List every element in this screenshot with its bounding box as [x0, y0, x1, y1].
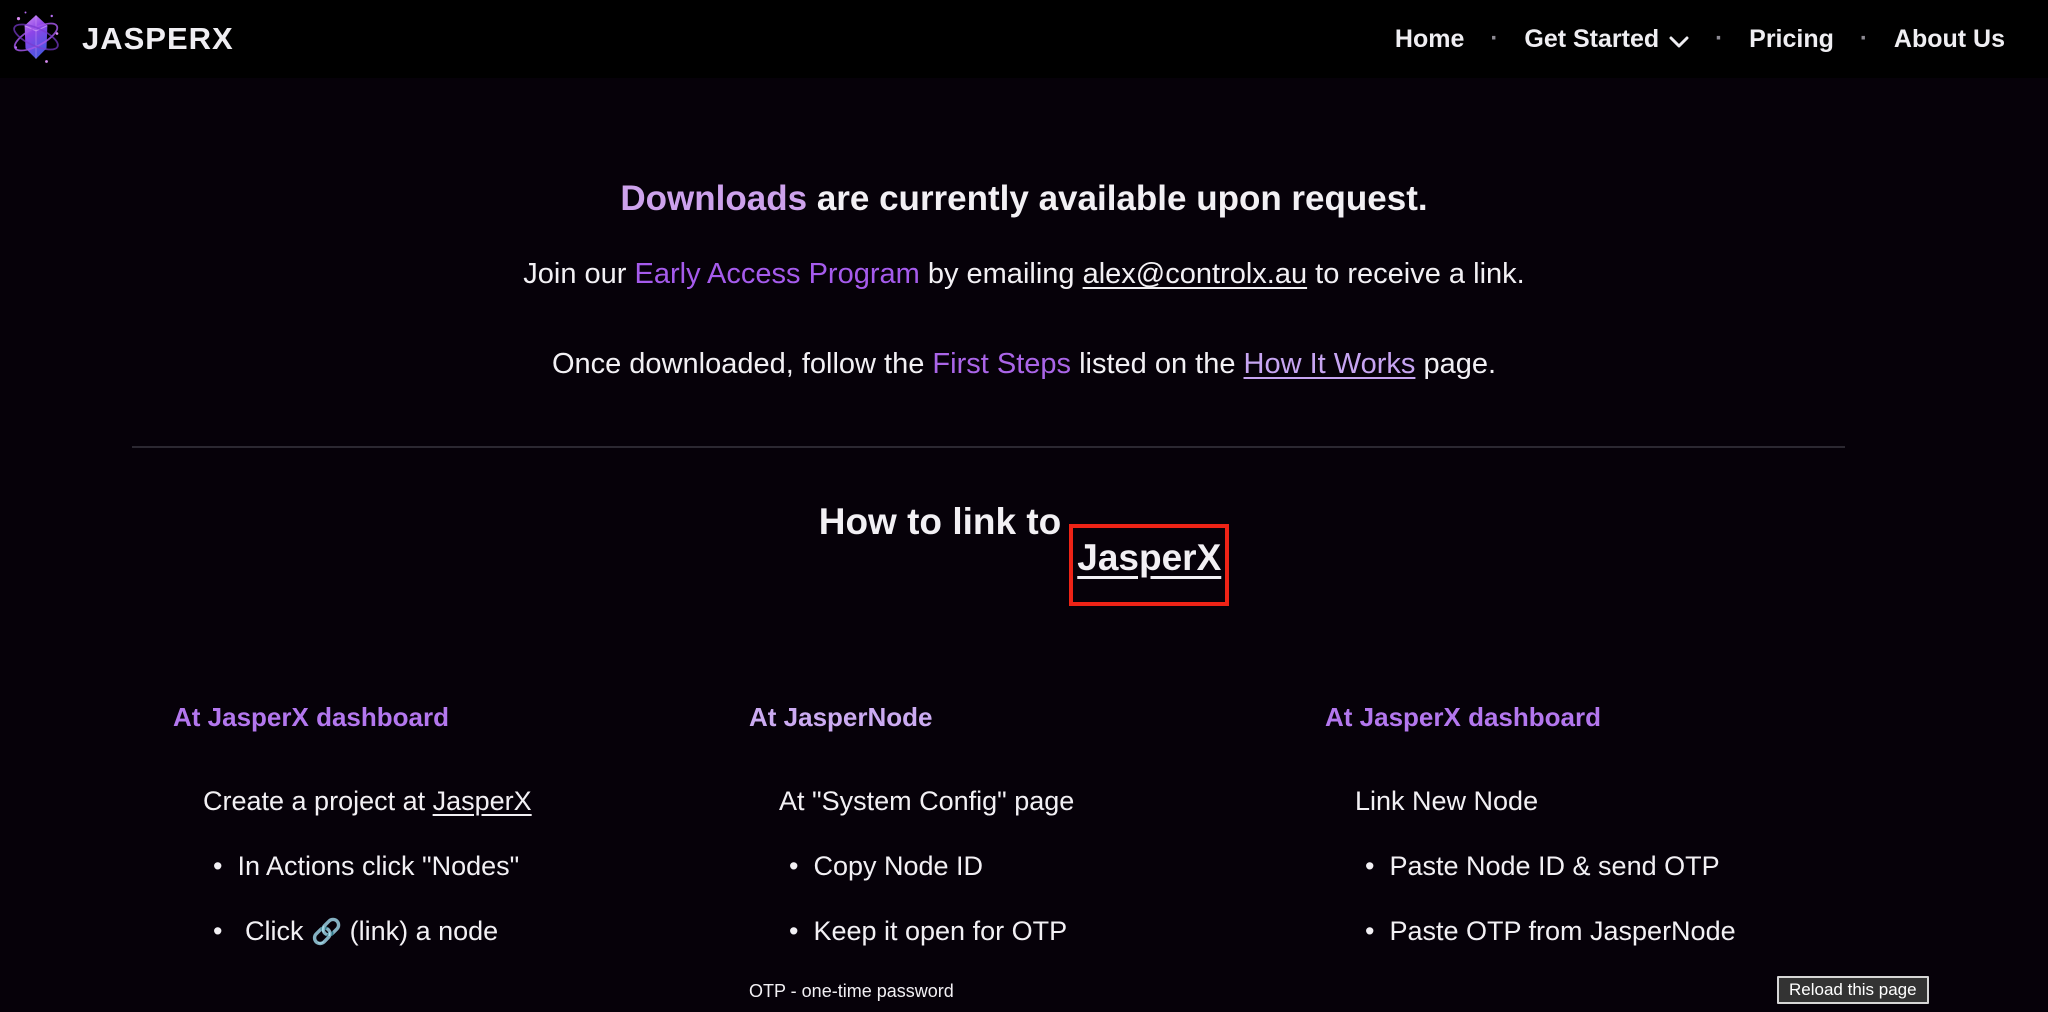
click-link-pre: Click [245, 916, 311, 946]
instructions-column-jaspernode: At JasperNode At "System Config" page Co… [708, 702, 1284, 1002]
downloads-heading-rest: are currently available upon request. [807, 179, 1428, 218]
otp-footnote: OTP - one-time password [749, 981, 1284, 1002]
instructions-column-jasperx-dashboard-1: At JasperX dashboard Create a project at… [132, 702, 708, 1002]
page-content: Downloads are currently available upon r… [0, 178, 2048, 1002]
downloads-highlight: Downloads [620, 179, 807, 218]
nav-separator-dot: · [1484, 25, 1504, 53]
reload-page-button[interactable]: Reload this page [1777, 976, 1929, 1004]
downloads-section: Downloads are currently available upon r… [0, 178, 2048, 382]
email-link[interactable]: alex@controlx.au [1083, 258, 1308, 290]
early-access-highlight: Early Access Program [635, 258, 920, 290]
nav-item-get-started[interactable]: Get Started [1524, 23, 1689, 55]
first-steps-highlight: First Steps [932, 348, 1071, 380]
downloads-heading: Downloads are currently available upon r… [0, 178, 2048, 220]
jasperx-heading-link[interactable]: JasperX [1077, 537, 1221, 578]
how-it-works-link[interactable]: How It Works [1244, 348, 1416, 380]
early-access-line: Join our Early Access Program by emailin… [0, 257, 2048, 292]
column-heading: At JasperX dashboard [1325, 702, 1860, 733]
instruction-bullet: Keep it open for OTP [749, 915, 1284, 949]
first-steps-post: page. [1415, 348, 1496, 380]
column-intro: Link New Node [1325, 785, 1860, 819]
early-access-mid: by emailing [920, 258, 1083, 290]
create-project-text: Create a project at [203, 786, 433, 816]
annotation-highlight-box: JasperX [1069, 524, 1229, 606]
top-nav-bar: JASPERX Home · Get Started · Pricing · A… [0, 0, 2048, 78]
column-heading: At JasperNode [749, 702, 1284, 733]
gem-orbit-logo-icon [8, 7, 64, 72]
how-to-link-heading-text: How to link to [819, 501, 1062, 542]
early-access-pre: Join our [523, 258, 634, 290]
nav-item-pricing[interactable]: Pricing [1749, 25, 1834, 54]
nav-separator-dot: · [1854, 25, 1874, 53]
nav-item-about-us[interactable]: About Us [1894, 25, 2005, 54]
link-icon: 🔗 [311, 918, 342, 946]
nav-item-home[interactable]: Home [1395, 25, 1464, 54]
first-steps-pre: Once downloaded, follow the [552, 348, 932, 380]
instructions-column-jasperx-dashboard-2: At JasperX dashboard Link New Node Paste… [1284, 702, 1860, 1002]
jasperx-inline-link[interactable]: JasperX [433, 786, 532, 816]
instruction-bullet: In Actions click "Nodes" [173, 850, 708, 884]
section-divider [132, 446, 1845, 448]
click-link-post: (link) a node [342, 916, 498, 946]
instruction-bullet: Copy Node ID [749, 850, 1284, 884]
instruction-bullet: Click 🔗 (link) a node [173, 915, 708, 949]
how-to-link-heading: How to link to JasperX [0, 500, 2048, 606]
first-steps-mid: listed on the [1071, 348, 1244, 380]
early-access-post: to receive a link. [1307, 258, 1525, 290]
nav-get-started-label: Get Started [1524, 25, 1659, 54]
column-heading: At JasperX dashboard [173, 702, 708, 733]
instruction-bullet: Paste Node ID & send OTP [1325, 850, 1860, 884]
first-steps-line: Once downloaded, follow the First Steps … [0, 347, 2048, 382]
instruction-bullet: Paste OTP from JasperNode [1325, 915, 1860, 949]
brand-logo[interactable]: JASPERX [8, 7, 234, 72]
main-nav: Home · Get Started · Pricing · About Us [1395, 23, 2005, 55]
nav-separator-dot: · [1709, 25, 1729, 53]
linking-instructions: At JasperX dashboard Create a project at… [132, 702, 1860, 1002]
column-intro: At "System Config" page [749, 785, 1284, 819]
brand-name: JASPERX [82, 21, 234, 57]
column-intro: Create a project at JasperX [173, 785, 708, 819]
chevron-down-icon [1669, 26, 1689, 55]
